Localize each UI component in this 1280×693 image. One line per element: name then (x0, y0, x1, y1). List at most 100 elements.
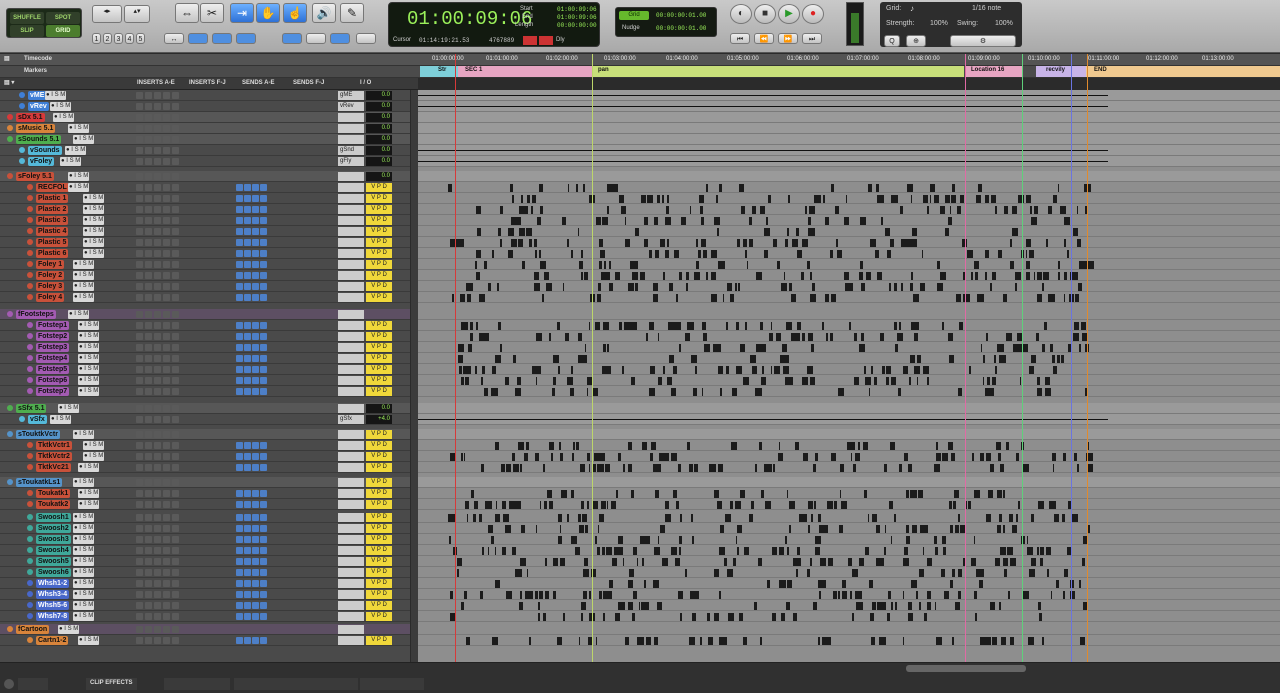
record-solo-mute-icon[interactable]: ● I S M (83, 194, 105, 203)
audio-clip[interactable] (757, 388, 760, 396)
audio-clip[interactable] (715, 195, 719, 203)
timeline-lane[interactable] (418, 462, 1280, 473)
audio-clip[interactable] (1036, 272, 1042, 280)
insert-slots[interactable] (136, 591, 181, 598)
audio-clip[interactable] (497, 322, 501, 330)
io-selector[interactable]: gME (338, 91, 364, 100)
audio-clip[interactable] (935, 637, 941, 645)
timeline-lane[interactable] (418, 403, 1280, 414)
audio-clip[interactable] (870, 366, 873, 374)
audio-clip[interactable] (576, 442, 579, 450)
audio-clip[interactable] (1003, 569, 1008, 577)
audio-clip[interactable] (1041, 637, 1044, 645)
record-solo-mute-icon[interactable]: ● I S M (83, 227, 105, 236)
audio-clip[interactable] (691, 514, 693, 522)
audio-clip[interactable] (871, 602, 877, 610)
audio-clip[interactable] (736, 536, 738, 544)
audio-clip[interactable] (702, 322, 706, 330)
voice-pan-display[interactable]: V P D (366, 546, 392, 555)
audio-clip[interactable] (523, 453, 527, 461)
audio-clip[interactable] (461, 377, 465, 385)
automation-line[interactable] (418, 150, 1108, 151)
audio-clip[interactable] (535, 377, 537, 385)
audio-clip[interactable] (861, 333, 864, 341)
track-name[interactable]: Toukatk1 (36, 489, 71, 498)
audio-clip[interactable] (800, 514, 807, 522)
audio-clip[interactable] (594, 536, 597, 544)
audio-clip[interactable] (465, 637, 471, 645)
audio-clip[interactable] (633, 547, 637, 555)
audio-clip[interactable] (543, 613, 546, 621)
audio-clip[interactable] (984, 250, 990, 258)
audio-clip[interactable] (866, 272, 871, 280)
audio-clip[interactable] (1045, 377, 1050, 385)
audio-clip[interactable] (596, 547, 600, 555)
audio-clip[interactable] (467, 344, 473, 352)
io-selector[interactable]: gSnd (338, 146, 364, 155)
insert-slots[interactable] (136, 626, 181, 633)
voice-pan-display[interactable]: V P D (366, 365, 392, 374)
voice-pan-display[interactable]: V P D (366, 183, 392, 192)
audio-clip[interactable] (552, 388, 555, 396)
record-solo-mute-icon[interactable]: ● I S M (78, 463, 100, 472)
audio-clip[interactable] (706, 184, 708, 192)
audio-clip[interactable] (950, 525, 953, 533)
track-name[interactable]: fFootsteps (16, 310, 56, 319)
audio-clip[interactable] (640, 195, 646, 203)
record-solo-mute-icon[interactable]: ● I S M (73, 430, 95, 439)
audio-clip[interactable] (778, 442, 781, 450)
audio-clip[interactable] (1055, 580, 1059, 588)
audio-clip[interactable] (822, 322, 824, 330)
audio-clip[interactable] (919, 602, 921, 610)
audio-clip[interactable] (1026, 261, 1030, 269)
audio-clip[interactable] (624, 217, 627, 225)
audio-clip[interactable] (539, 501, 542, 509)
audio-clip[interactable] (802, 239, 808, 247)
audio-clip[interactable] (746, 261, 749, 269)
audio-clip[interactable] (858, 558, 865, 566)
send-slots[interactable] (236, 547, 268, 554)
audio-clip[interactable] (602, 217, 609, 225)
audio-clip[interactable] (726, 366, 729, 374)
voice-pan-display[interactable]: V P D (366, 293, 392, 302)
audio-clip[interactable] (604, 464, 610, 472)
audio-clip[interactable] (639, 536, 646, 544)
grid-toggle[interactable]: Grid (619, 11, 649, 20)
audio-clip[interactable] (884, 525, 887, 533)
track-row[interactable]: Fotstep4 ● I S M V P D (0, 353, 410, 364)
audio-clip[interactable] (628, 569, 635, 577)
track-name[interactable]: Plastic 2 (36, 205, 69, 214)
record-solo-mute-icon[interactable]: ● I S M (68, 183, 90, 192)
audio-clip[interactable] (1013, 344, 1018, 352)
track-row[interactable]: Fotstep2 ● I S M V P D (0, 331, 410, 342)
audio-clip[interactable] (1027, 547, 1029, 555)
audio-clip[interactable] (736, 322, 739, 330)
track-name[interactable]: Toukatk2 (36, 500, 71, 509)
audio-clip[interactable] (1037, 294, 1043, 302)
voice-pan-display[interactable]: V P D (366, 343, 392, 352)
audio-clip[interactable] (600, 250, 603, 258)
audio-clip[interactable] (927, 602, 931, 610)
audio-clip[interactable] (700, 239, 706, 247)
record-solo-mute-icon[interactable]: ● I S M (68, 310, 90, 319)
audio-clip[interactable] (985, 388, 990, 396)
zoom-preset-4[interactable]: 4 (125, 33, 134, 44)
audio-clip[interactable] (570, 490, 574, 498)
audio-clip[interactable] (1003, 206, 1009, 214)
record-solo-mute-icon[interactable]: ● I S M (78, 365, 100, 374)
audio-clip[interactable] (479, 294, 485, 302)
io-selector[interactable] (338, 343, 364, 352)
send-slots[interactable] (236, 228, 268, 235)
io-selector[interactable] (338, 500, 364, 509)
audio-clip[interactable] (465, 501, 469, 509)
insert-slots[interactable] (136, 261, 181, 268)
audio-clip[interactable] (902, 366, 909, 374)
audio-clip[interactable] (944, 195, 951, 203)
audio-clip[interactable] (1060, 355, 1065, 363)
track-row[interactable]: Swoosh6 ● I S M V P D (0, 567, 410, 578)
audio-clip[interactable] (654, 490, 659, 498)
audio-clip[interactable] (598, 261, 603, 269)
timeline-lane[interactable] (418, 123, 1280, 134)
audio-clip[interactable] (501, 547, 507, 555)
audio-clip[interactable] (789, 377, 793, 385)
